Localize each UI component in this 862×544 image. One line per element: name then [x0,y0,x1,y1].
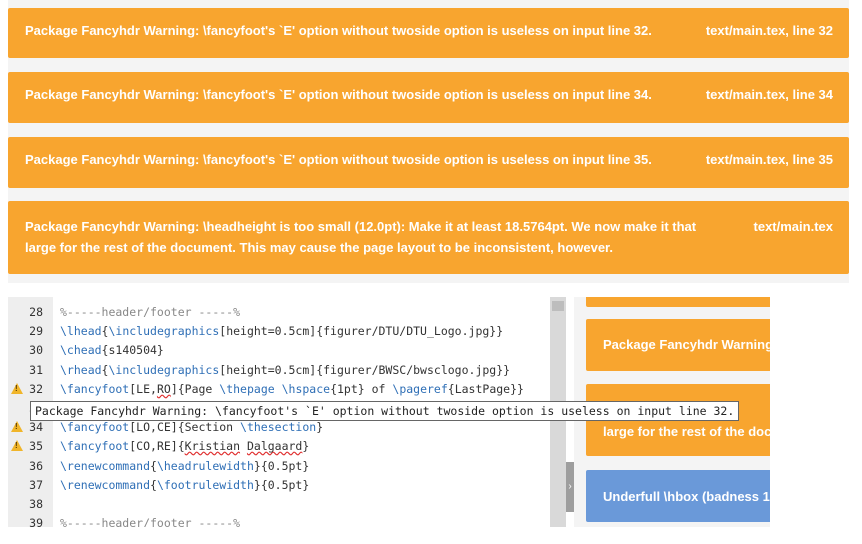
latex-command: \renewcommand [60,459,151,473]
warning-icon[interactable] [11,440,23,451]
latex-command: \headrulewidth [156,459,254,473]
code-text: {1pt} of [330,382,393,396]
latex-command: \pageref [392,382,448,396]
code-text: [LO,CE]{Section [129,420,241,434]
warning-icon[interactable] [11,383,23,394]
line-number-text: 39 [29,516,43,527]
code-line[interactable]: \fancyfoot[CO,RE]{Kristian Dalgaard} [60,437,309,456]
code-text: [CO,RE]{ [129,439,185,453]
line-number: 30 [8,341,53,360]
code-text: {s140504} [101,343,164,357]
spellcheck-word: Kristian [184,439,241,453]
code-text: }{0.5pt} [253,459,310,473]
logs-pane-entry-text: large for the rest of the document. [603,424,770,439]
log-entry-location-link[interactable]: text/main.tex [754,216,833,237]
latex-command: \rhead [60,363,102,377]
log-entry-message: Package Fancyhdr Warning: \fancyfoot's `… [25,152,652,167]
line-number-text: 32 [29,382,43,396]
latex-command: \renewcommand [60,478,151,492]
line-number: 32 [8,380,53,399]
latex-command: \footrulewidth [156,478,254,492]
chevron-right-icon[interactable]: › [566,462,574,512]
warning-tooltip: Package Fancyhdr Warning: \fancyfoot's `… [30,401,740,421]
line-number-text: 28 [29,305,43,319]
code-line[interactable]: %-----header/footer -----% [60,514,240,527]
code-line[interactable]: \fancyfoot[LE,RO]{Page \thepage \hspace{… [60,380,524,399]
code-text: [LE, [129,382,157,396]
warning-icon[interactable] [11,421,23,432]
line-number-text: 36 [29,459,43,473]
code-line[interactable]: %-----header/footer -----% [60,303,240,322]
log-entry-warning[interactable]: Package Fancyhdr Warning: \fancyfoot's `… [8,137,849,188]
logs-pane-entry[interactable] [586,297,770,307]
latex-command: \thesection [240,420,317,434]
line-number: 35 [8,437,53,456]
code-text: {LastPage}} [447,382,524,396]
code-text: }{0.5pt} [253,478,310,492]
logs-pane-entry-text: Package Fancyhdr Warning: \fancyfoot's `… [603,337,770,352]
spellcheck-word: RO [156,382,171,396]
log-entry-location-link[interactable]: text/main.tex, line 32 [706,20,833,41]
latex-command: \includegraphics [108,363,220,377]
latex-command: \hspace [281,382,331,396]
log-entry-location-link[interactable]: text/main.tex, line 34 [706,84,833,105]
log-entry-warning[interactable]: Package Fancyhdr Warning: \fancyfoot's `… [8,72,849,123]
code-text: [height=0.5cm]{figurer/BWSC/bwsclogo.jpg… [219,363,511,377]
code-line[interactable]: \rhead{\includegraphics[height=0.5cm]{fi… [60,361,510,380]
line-number-text: 38 [29,497,43,511]
code-text: } [316,420,324,434]
log-entry-message: Package Fancyhdr Warning: \fancyfoot's `… [25,87,652,102]
latex-command: \thepage [219,382,275,396]
line-number-text: 31 [29,363,43,377]
latex-command: \chead [60,343,102,357]
log-entry-message: Package Fancyhdr Warning: \headheight is… [25,219,697,255]
logs-pane-entry-text: Underfull \hbox (badness 10000) [603,489,770,504]
code-line[interactable]: \renewcommand{\headrulewidth}{0.5pt} [60,457,309,476]
code-text: { [150,478,157,492]
log-entries-list: Package Fancyhdr Warning: \fancyfoot's `… [8,0,849,283]
code-text: [height=0.5cm]{figurer/DTU/DTU_Logo.jpg}… [219,324,504,338]
line-number: 38 [8,495,53,514]
log-entry-warning[interactable]: Package Fancyhdr Warning: \fancyfoot's `… [8,8,849,58]
latex-command: \includegraphics [108,324,220,338]
latex-command: \fancyfoot [60,382,130,396]
code-line[interactable]: \lhead{\includegraphics[height=0.5cm]{fi… [60,322,503,341]
latex-command: \lhead [60,324,102,338]
line-number-text: 37 [29,478,43,492]
code-line[interactable]: \renewcommand{\footrulewidth}{0.5pt} [60,476,309,495]
spellcheck-word: Dalgaard [246,439,303,453]
line-number: 37 [8,476,53,495]
code-text: } [302,439,310,453]
log-entry-message: Package Fancyhdr Warning: \fancyfoot's `… [25,23,652,38]
latex-command: \fancyfoot [60,439,130,453]
code-line[interactable]: \chead{s140504} [60,341,164,360]
line-number-text: 30 [29,343,43,357]
scrollbar-thumb[interactable] [552,301,564,311]
latex-command: \fancyfoot [60,420,130,434]
line-number: 28 [8,303,53,322]
logs-pane-entry[interactable]: Underfull \hbox (badness 10000) [586,470,770,522]
line-number: 39 [8,514,53,527]
line-number-text: 35 [29,439,43,453]
line-number-text: 29 [29,324,43,338]
log-entry-location-link[interactable]: text/main.tex, line 35 [706,149,833,170]
code-comment: %-----header/footer -----% [60,305,241,319]
code-comment: %-----header/footer -----% [60,516,241,527]
line-number: 31 [8,361,53,380]
line-number: 29 [8,322,53,341]
log-entry-warning[interactable]: Package Fancyhdr Warning: \headheight is… [8,201,849,274]
code-text: { [150,459,157,473]
logs-pane-entry[interactable]: Package Fancyhdr Warning: \fancyfoot's `… [586,319,770,371]
code-text: ]{Page [170,382,220,396]
line-number: 36 [8,457,53,476]
